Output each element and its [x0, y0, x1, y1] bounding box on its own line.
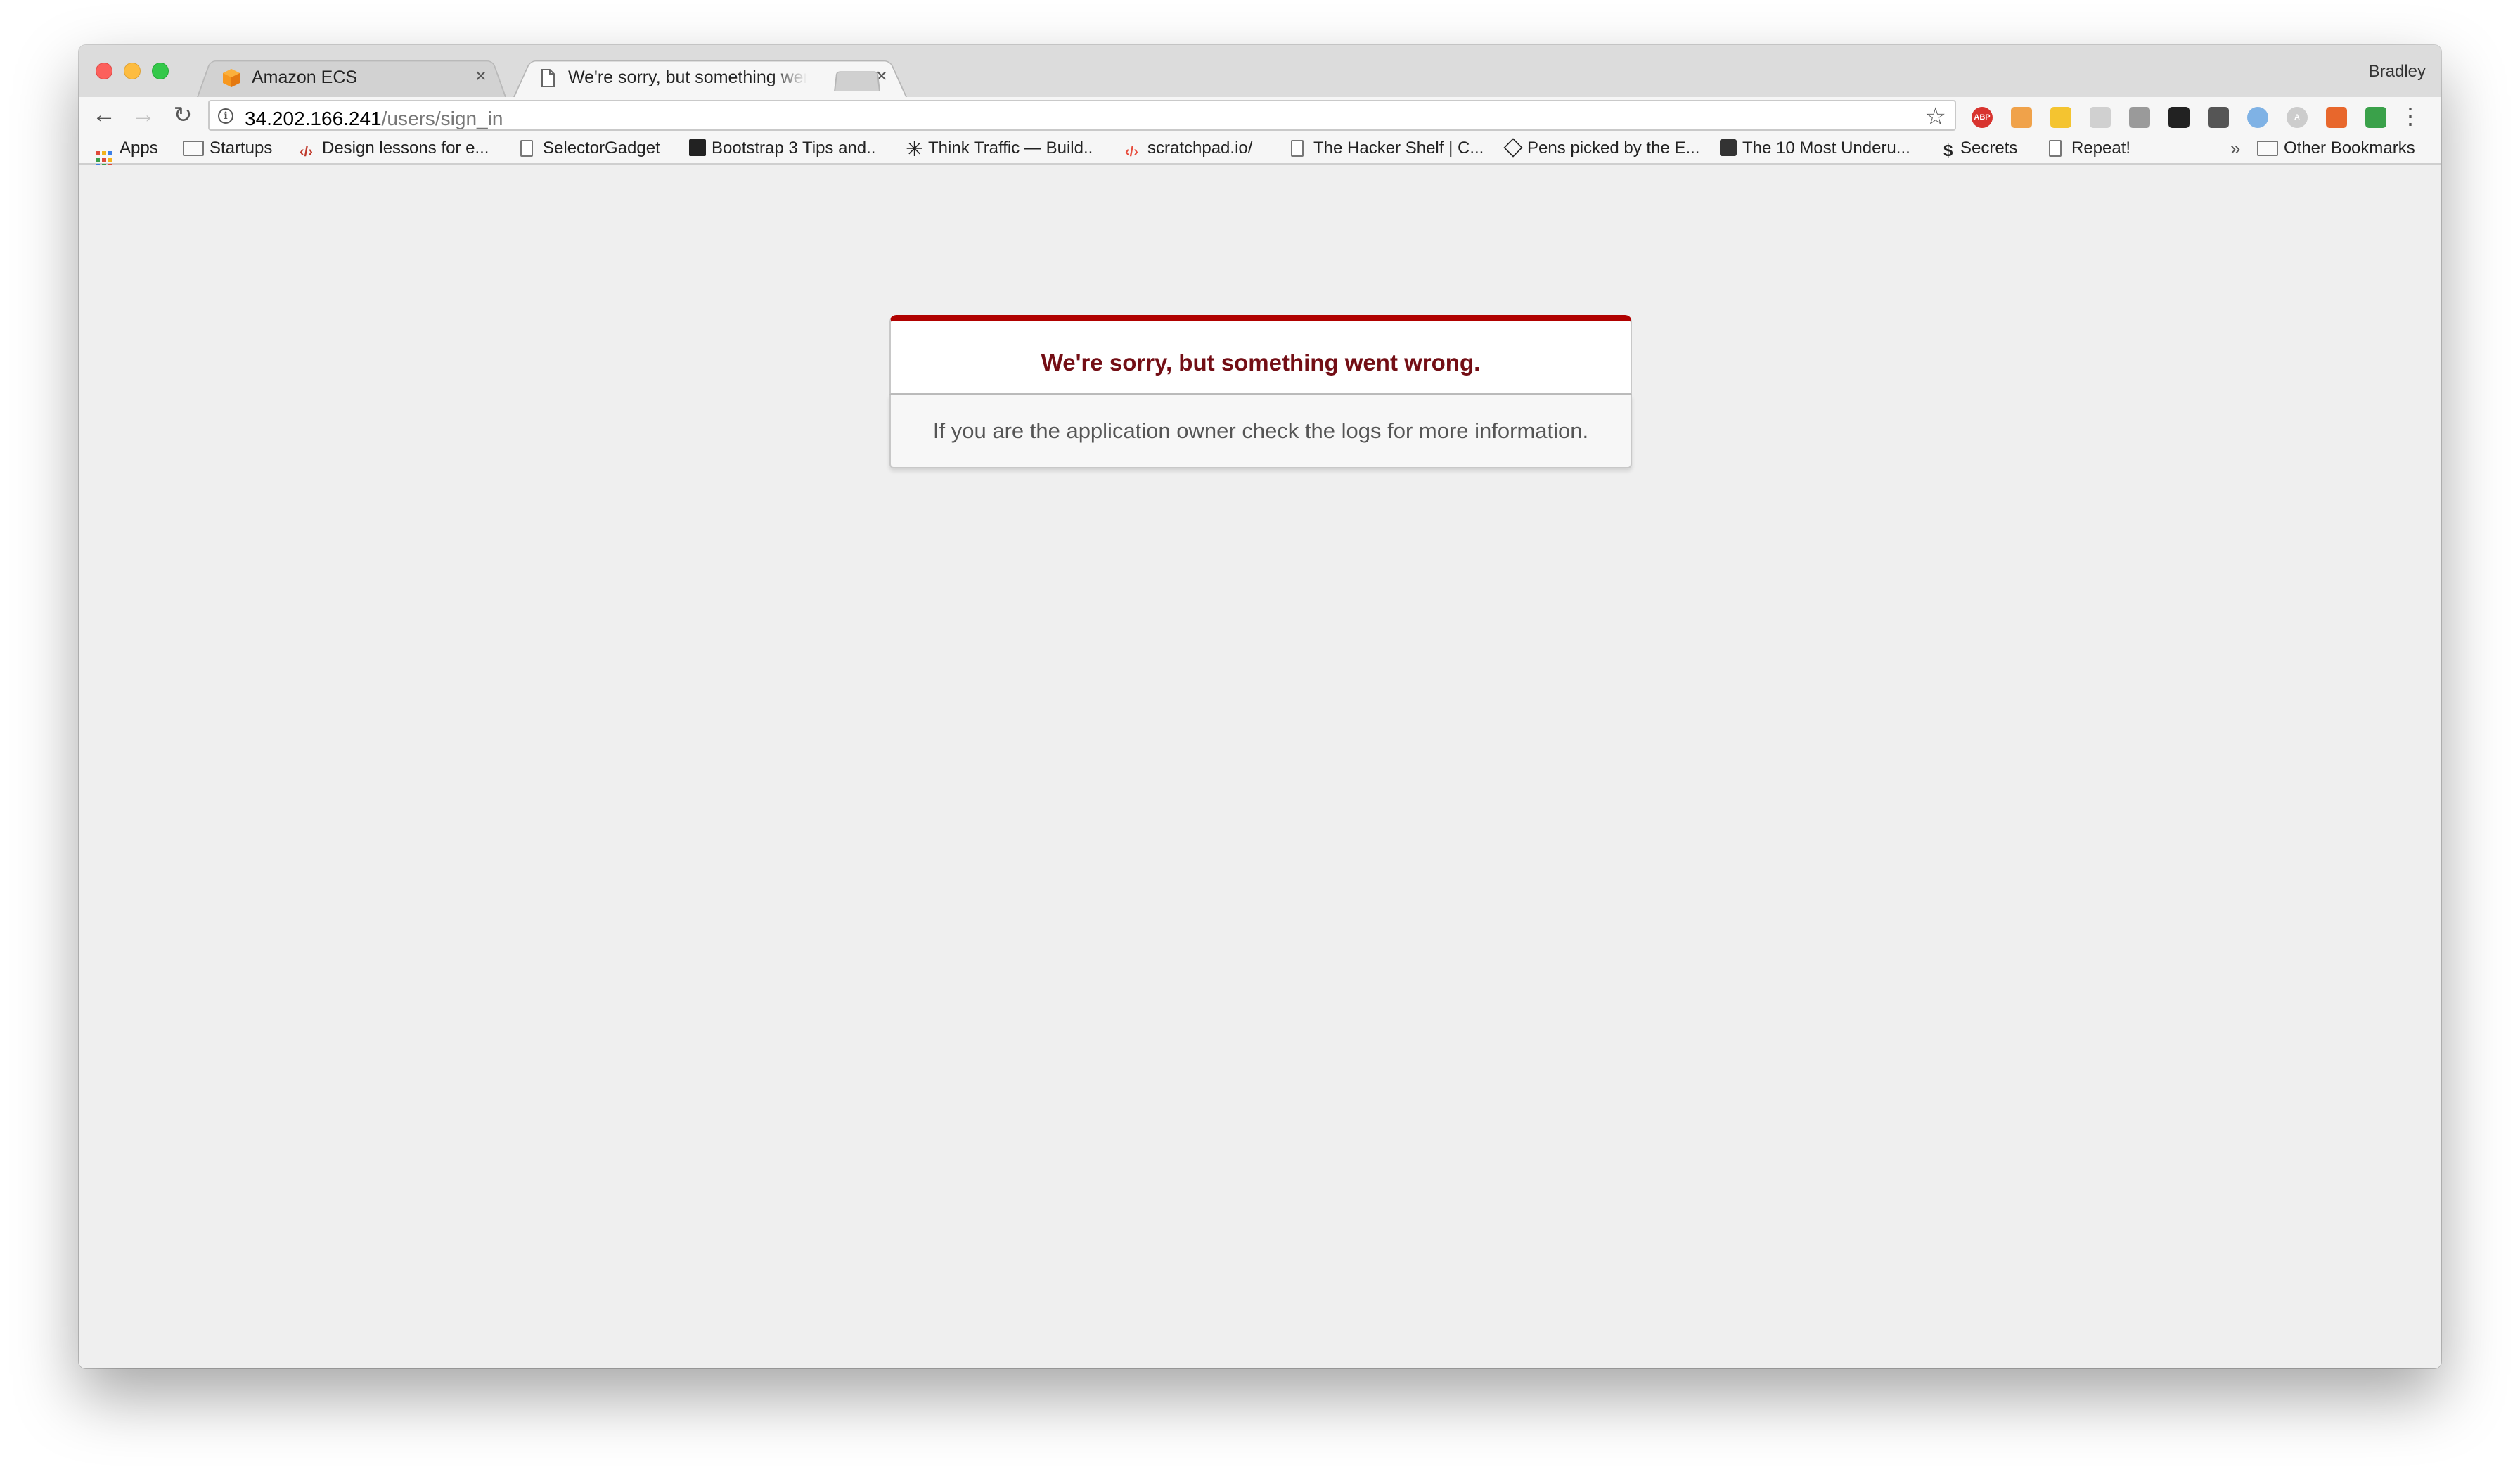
error-message: If you are the application owner check t… — [932, 418, 1589, 443]
dollar-icon: $ — [1943, 141, 1953, 160]
page-content: We're sorry, but something went wrong. I… — [79, 165, 2441, 1368]
bookmark-startups[interactable]: Startups — [183, 139, 272, 160]
bookmark-selectorgadget[interactable]: SelectorGadget — [520, 139, 660, 160]
code-icon: ‹/› — [300, 144, 313, 160]
error-dialog: We're sorry, but something went wrong. I… — [889, 315, 1632, 468]
bookmark-secrets[interactable]: $ Secrets — [1943, 139, 2017, 160]
bootstrap-icon — [689, 139, 706, 156]
aws-ecs-cube-icon — [223, 69, 240, 87]
close-window-button[interactable] — [96, 63, 112, 79]
bookmark-bootstrap-tips[interactable]: Bootstrap 3 Tips and.. — [689, 139, 875, 160]
address-bar[interactable]: i 34.202.166.241/users/sign_in ☆ — [208, 100, 1956, 131]
error-header: We're sorry, but something went wrong. — [889, 315, 1632, 395]
bookmark-design-lessons[interactable]: ‹/› Design lessons for e... — [300, 139, 489, 160]
bookmark-apps[interactable]: Apps — [96, 139, 158, 168]
codepen-icon — [1503, 138, 1523, 158]
bookmark-label: Secrets — [1960, 139, 2018, 158]
tab-title: Amazon ECS — [252, 68, 358, 87]
bookmark-most-underused[interactable]: The 10 Most Underu... — [1720, 139, 1910, 160]
bookmark-label: Startups — [210, 139, 273, 158]
bookmark-label: Design lessons for e... — [322, 139, 489, 158]
reload-icon[interactable]: ↻ — [169, 101, 197, 129]
extension-face-icon[interactable] — [2011, 107, 2032, 128]
extension-snowflake-icon[interactable] — [2247, 107, 2268, 128]
bookmark-label: SelectorGadget — [543, 139, 660, 158]
bookmarks-bar: Apps Startups ‹/› Design lessons for e...… — [79, 132, 2441, 168]
bookmark-label: The Hacker Shelf | C... — [1313, 139, 1484, 158]
forward-arrow-icon[interactable]: → — [129, 101, 158, 129]
extension-yellow-icon[interactable] — [2050, 107, 2071, 128]
document-icon — [1291, 140, 1304, 157]
box-icon — [1720, 139, 1737, 156]
extension-orange-icon[interactable] — [2326, 107, 2347, 128]
error-body: If you are the application owner check t… — [889, 395, 1632, 468]
menu-dots-icon[interactable]: ⋮ — [2399, 103, 2422, 129]
new-tab-button[interactable] — [834, 68, 880, 91]
info-icon[interactable]: i — [218, 108, 233, 124]
extension-chat-icon[interactable] — [2090, 107, 2111, 128]
bookmark-repeat[interactable]: Repeat! — [2049, 139, 2130, 160]
back-arrow-icon[interactable]: ← — [90, 101, 118, 129]
document-icon — [2049, 140, 2062, 157]
bookmark-label: Bootstrap 3 Tips and.. — [712, 139, 876, 158]
minimize-window-button[interactable] — [124, 63, 141, 79]
extension-wave-icon[interactable] — [2168, 107, 2190, 128]
asterisk-icon: ✳ — [906, 138, 924, 161]
close-tab-icon[interactable]: × — [475, 65, 487, 87]
bookmark-label: Repeat! — [2071, 139, 2131, 158]
profile-name[interactable]: Bradley — [2369, 62, 2426, 82]
bookmark-scratchpad[interactable]: ‹/› scratchpad.io/ — [1125, 139, 1252, 160]
toolbar: ← → ↻ i 34.202.166.241/users/sign_in ☆ A… — [79, 97, 2441, 132]
extension-a-icon[interactable]: A — [2287, 107, 2308, 128]
bookmark-label: Pens picked by the E... — [1527, 139, 1700, 158]
bookmarks-overflow-chevron-icon[interactable]: » — [2230, 138, 2240, 160]
browser-window: Amazon ECS × We're sorry, but something … — [79, 45, 2441, 1368]
bookmark-star-icon[interactable]: ☆ — [1925, 103, 1946, 131]
code-icon: ‹/› — [1125, 144, 1138, 160]
folder-icon — [2257, 141, 2278, 156]
extension-gray-icon[interactable] — [2129, 107, 2150, 128]
tab-amazon-ecs[interactable]: Amazon ECS × — [197, 55, 506, 97]
extension-green-search-icon[interactable] — [2365, 107, 2386, 128]
bookmark-hacker-shelf[interactable]: The Hacker Shelf | C... — [1291, 139, 1484, 160]
bookmark-label: Other Bookmarks — [2284, 139, 2415, 158]
bookmark-think-traffic[interactable]: ✳ Think Traffic — Build.. — [906, 139, 1093, 160]
bookmark-label: scratchpad.io/ — [1148, 139, 1253, 158]
tab-strip: Amazon ECS × We're sorry, but something … — [79, 45, 2441, 97]
url-path: /users/sign_in — [381, 108, 503, 129]
document-icon — [541, 69, 555, 87]
bookmark-label: Think Traffic — Build.. — [928, 139, 1093, 158]
document-icon — [520, 140, 533, 157]
bookmark-label: Apps — [120, 139, 158, 158]
bookmark-other-bookmarks[interactable]: Other Bookmarks — [2257, 139, 2415, 160]
folder-icon — [183, 141, 204, 156]
error-title: We're sorry, but something went wrong. — [1041, 350, 1481, 376]
url-host: 34.202.166.241 — [245, 108, 382, 129]
tab-title: We're sorry, but something went wrong — [568, 68, 807, 87]
bookmark-label: The 10 Most Underu... — [1742, 139, 1910, 158]
pocket-icon[interactable] — [2208, 107, 2229, 128]
adblock-plus-icon[interactable]: ABP — [1972, 107, 1993, 128]
bookmark-codepen-picks[interactable]: Pens picked by the E... — [1503, 138, 1700, 160]
zoom-window-button[interactable] — [152, 63, 169, 79]
url-text: 34.202.166.241/users/sign_in — [245, 108, 503, 130]
